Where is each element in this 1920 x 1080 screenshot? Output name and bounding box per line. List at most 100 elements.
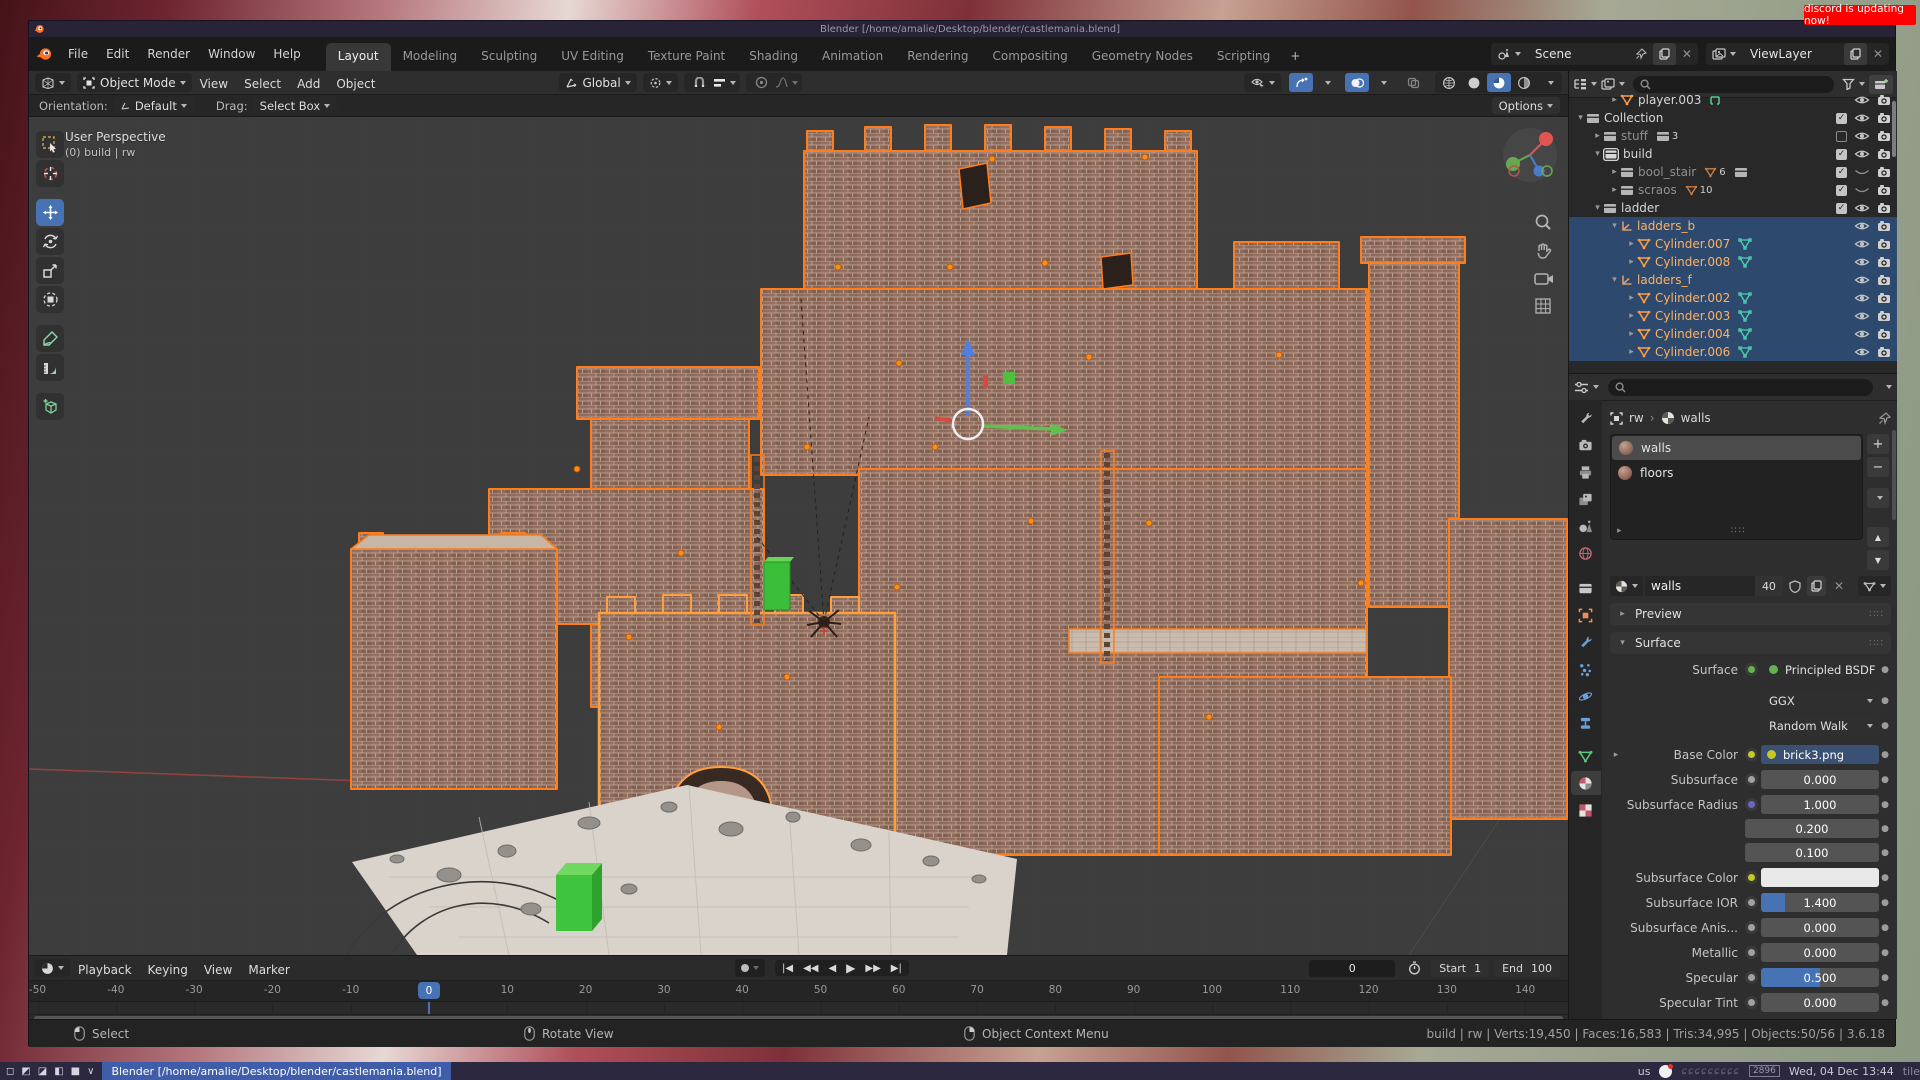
castle-left-box[interactable] — [351, 533, 557, 789]
keyboard-layout-indicator[interactable]: us — [1638, 1065, 1651, 1078]
outliner-item-name[interactable]: Cylinder.007 — [1655, 237, 1730, 251]
material-slot-floors[interactable]: floors — [1611, 461, 1862, 485]
keyframe-decorator[interactable]: ● — [1879, 923, 1891, 933]
zoom-icon[interactable] — [1534, 213, 1552, 231]
outliner-row-Cylinder.008[interactable]: ▸Cylinder.008 — [1569, 253, 1897, 271]
menu-window[interactable]: Window — [199, 43, 264, 65]
disable-render-toggle[interactable] — [1877, 220, 1891, 232]
gizmo-axis-x[interactable] — [1539, 132, 1553, 146]
outliner-row-player.003[interactable]: ▸ player.003 — [1569, 91, 1897, 109]
castle-block[interactable] — [577, 367, 759, 419]
castle-block[interactable] — [1361, 237, 1465, 263]
disable-render-toggle[interactable] — [1877, 202, 1891, 214]
taskbar-layout-icon-3[interactable]: ◧ — [54, 1066, 63, 1077]
prev-frame-button[interactable]: ◀ — [823, 963, 841, 974]
timeline-menu-keying[interactable]: Keying — [140, 960, 196, 980]
material-name[interactable]: walls — [1645, 579, 1755, 593]
tab-shading[interactable]: Shading — [737, 43, 810, 71]
keyframe-decorator[interactable]: ● — [1879, 973, 1891, 983]
menu-render[interactable]: Render — [138, 43, 199, 65]
browse-material-button[interactable] — [1610, 576, 1643, 596]
disclosure-triangle[interactable]: ▸ — [1626, 239, 1637, 249]
discord-tray-icon[interactable] — [1659, 1065, 1672, 1078]
gizmos-dropdown[interactable] — [1314, 73, 1338, 92]
keyframe-decorator[interactable]: ● — [1879, 800, 1891, 810]
hide-eye-toggle[interactable] — [1854, 311, 1870, 321]
overlays-toggle[interactable] — [1345, 73, 1369, 92]
timeline-menu-view[interactable]: View — [196, 960, 240, 980]
visibility-checkbox[interactable]: ✓ — [1836, 185, 1847, 196]
remove-viewlayer-button[interactable]: ✕ — [1867, 47, 1889, 61]
disable-render-toggle[interactable] — [1877, 112, 1891, 124]
properties-tab-object-data[interactable] — [1571, 744, 1601, 768]
castle-block[interactable] — [761, 289, 1367, 475]
properties-tab-world[interactable] — [1571, 541, 1601, 565]
frame-end-field[interactable]: End100 — [1494, 960, 1560, 977]
disable-render-toggle[interactable] — [1877, 166, 1891, 178]
hide-eye-toggle[interactable] — [1854, 275, 1870, 285]
outliner-item-name[interactable]: bool_stair — [1638, 165, 1696, 179]
outliner-item-name[interactable]: ladders_b — [1637, 219, 1695, 233]
editor-type-button[interactable] — [35, 73, 71, 92]
hide-eye-toggle[interactable] — [1854, 131, 1870, 141]
timeline-menu-playback[interactable]: Playback — [70, 960, 140, 980]
prev-keyframe-button[interactable]: ◀◀ — [798, 963, 823, 974]
keyframe-decorator[interactable]: ● — [1879, 750, 1891, 760]
browse-scene-button[interactable] — [1491, 43, 1527, 65]
outliner-filter-button[interactable] — [1842, 78, 1865, 90]
timeline-tracks[interactable] — [29, 1002, 1568, 1015]
outliner-item-name[interactable]: player.003 — [1638, 93, 1701, 107]
orientation-dropdown[interactable]: Default — [113, 97, 194, 114]
viewlayer-name[interactable]: ViewLayer — [1742, 47, 1844, 61]
gizmos-toggle[interactable] — [1289, 73, 1313, 92]
slot-move-down-button[interactable]: ▼ — [1867, 550, 1889, 570]
disable-render-toggle[interactable] — [1877, 346, 1891, 358]
menu-edit[interactable]: Edit — [97, 43, 138, 65]
timeline-menu-marker[interactable]: Marker — [240, 960, 297, 980]
disable-render-toggle[interactable] — [1877, 238, 1891, 250]
properties-tab-view-layer[interactable] — [1571, 487, 1601, 511]
viewport-3d[interactable]: User Perspective (0) build | rw — [29, 117, 1568, 955]
shading-material-button[interactable] — [1487, 73, 1511, 92]
taskbar-layout-icon-1[interactable]: ◩ — [21, 1066, 30, 1077]
vector-value-field[interactable]: 0.200 — [1745, 819, 1879, 838]
outliner-search-field[interactable] — [1633, 76, 1834, 93]
properties-tab-physics[interactable] — [1571, 684, 1601, 708]
tool-cursor[interactable] — [36, 160, 64, 187]
disclosure-triangle[interactable]: ▾ — [1592, 149, 1603, 159]
disable-render-toggle[interactable] — [1877, 256, 1891, 268]
copy-material-button[interactable] — [1807, 576, 1826, 596]
disclosure-triangle[interactable]: ▸ — [1609, 167, 1620, 177]
disclosure-triangle[interactable]: ▸ — [1609, 95, 1620, 105]
taskbar-layout-icon-0[interactable]: ◻ — [6, 1066, 14, 1077]
value-slider-field[interactable]: 0.000 — [1761, 918, 1879, 937]
viewport-menu-add[interactable]: Add — [289, 74, 328, 94]
outliner-item-name[interactable]: Collection — [1604, 111, 1663, 125]
hide-eye-toggle[interactable] — [1854, 203, 1870, 213]
properties-editor-type-button[interactable] — [1574, 381, 1599, 394]
visibility-checkbox[interactable] — [1836, 131, 1847, 142]
hide-eye-toggle[interactable] — [1854, 185, 1870, 195]
shader-option-dropdown[interactable]: Random Walk — [1761, 716, 1879, 735]
properties-tab-particles[interactable] — [1571, 657, 1601, 681]
outliner-row-Cylinder.003[interactable]: ▸Cylinder.003 — [1569, 307, 1897, 325]
value-slider-field[interactable]: 1.400 — [1761, 893, 1879, 912]
vector-value-field[interactable]: 1.000 — [1761, 795, 1879, 814]
properties-tab-tool[interactable] — [1571, 406, 1601, 430]
surface-shader-field[interactable]: Principled BSDF — [1761, 660, 1879, 679]
add-slot-button[interactable]: + — [1867, 434, 1889, 454]
outliner-item-name[interactable]: stuff — [1621, 129, 1648, 143]
preview-panel-header[interactable]: ▸Preview∷∷ — [1610, 603, 1891, 625]
unlink-scene-button[interactable]: ✕ — [1676, 47, 1698, 61]
outliner-scrollbar[interactable] — [1892, 101, 1896, 157]
taskbar-layout-icon-5[interactable]: ∨ — [87, 1066, 94, 1077]
remove-slot-button[interactable]: − — [1867, 457, 1889, 477]
tool-transform[interactable] — [36, 286, 64, 313]
next-keyframe-button[interactable]: ▶▶ — [860, 963, 885, 974]
tool-measure[interactable] — [36, 354, 64, 381]
keyframe-decorator[interactable]: ● — [1879, 721, 1891, 731]
proportional-editing-toggle[interactable] — [750, 73, 774, 92]
play-button[interactable]: ▶ — [841, 961, 860, 975]
green-slab[interactable] — [764, 557, 794, 610]
disable-render-toggle[interactable] — [1877, 184, 1891, 196]
